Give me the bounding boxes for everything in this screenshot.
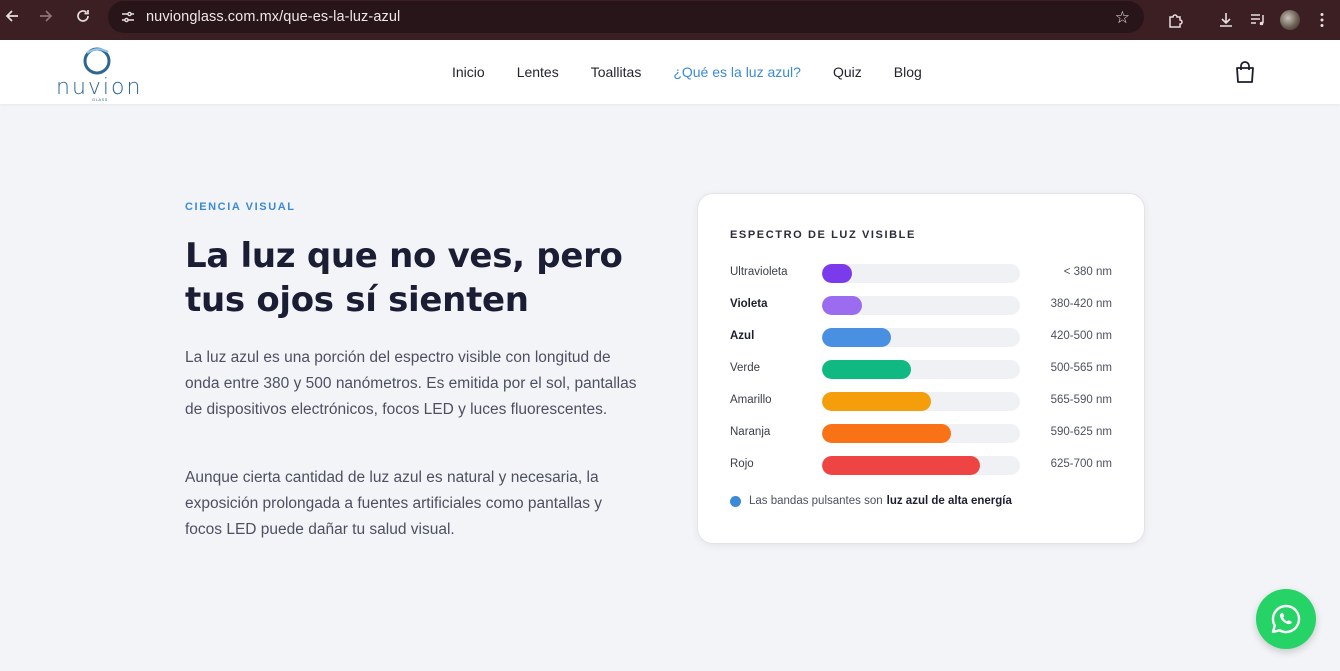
address-bar[interactable]: nuvionglass.com.mx/que-es-la-luz-azul ☆ [108, 1, 1144, 33]
band-track [822, 328, 1020, 347]
media-control-button[interactable] [1242, 6, 1274, 34]
arrow-left-icon [5, 10, 18, 22]
band-track [822, 456, 1020, 475]
band-range: 590-625 nm [1050, 426, 1112, 438]
cart-button[interactable] [1234, 60, 1256, 84]
band-name: Azul [730, 330, 755, 342]
band-range: < 380 nm [1063, 266, 1112, 278]
logo-mark-icon [83, 47, 111, 75]
spectrum-legend: Las bandas pulsantes son luz azul de alt… [730, 495, 1012, 507]
band-range: 500-565 nm [1050, 362, 1112, 374]
band-track [822, 424, 1020, 443]
spectrum-title: ESPECTRO DE LUZ VISIBLE [730, 229, 916, 241]
kebab-menu-icon [1320, 13, 1324, 27]
reload-button[interactable] [71, 4, 95, 28]
band-range: 565-590 nm [1050, 394, 1112, 406]
forward-button[interactable] [34, 4, 58, 28]
nav-luz-azul[interactable]: ¿Qué es la luz azul? [673, 64, 801, 80]
band-row: Ultravioleta < 380 nm [730, 263, 1112, 283]
band-name: Naranja [730, 426, 771, 438]
download-button[interactable] [1210, 6, 1242, 34]
nav-inicio[interactable]: Inicio [452, 64, 485, 80]
spectrum-card: ESPECTRO DE LUZ VISIBLE Ultravioleta < 38… [697, 193, 1145, 544]
band-fill [822, 264, 852, 283]
band-track [822, 392, 1020, 411]
band-fill [822, 360, 911, 379]
band-track [822, 360, 1020, 379]
band-track [822, 296, 1020, 315]
page-title: La luz que no ves, pero tus ojos sí sien… [185, 236, 623, 320]
band-range: 420-500 nm [1050, 330, 1112, 342]
nav-toallitas[interactable]: Toallitas [591, 64, 642, 80]
band-row: Verde 500-565 nm [730, 359, 1112, 379]
browser-toolbar: nuvionglass.com.mx/que-es-la-luz-azul ☆ [0, 0, 1340, 40]
band-row: Naranja 590-625 nm [730, 423, 1112, 443]
band-row: Violeta 380-420 nm [730, 295, 1112, 315]
url-text[interactable]: nuvionglass.com.mx/que-es-la-luz-azul [146, 9, 400, 25]
nav-quiz[interactable]: Quiz [833, 64, 862, 80]
band-fill [822, 456, 980, 475]
arrow-right-icon [40, 10, 53, 22]
puzzle-icon [1169, 14, 1183, 28]
band-name: Ultravioleta [730, 266, 788, 278]
band-name: Verde [730, 362, 761, 374]
logo-subtext: GLASS [92, 97, 108, 102]
band-range: 625-700 nm [1050, 458, 1112, 470]
shopping-bag-icon [1236, 61, 1254, 83]
band-fill [822, 296, 862, 315]
whatsapp-button[interactable] [1256, 589, 1316, 649]
tune-icon[interactable] [120, 9, 136, 25]
download-icon [1220, 13, 1232, 27]
band-fill [822, 328, 891, 347]
band-name: Amarillo [730, 394, 772, 406]
nav-blog[interactable]: Blog [894, 64, 922, 80]
back-button[interactable] [0, 4, 24, 28]
star-icon[interactable]: ☆ [1115, 8, 1130, 28]
band-row: Azul 420-500 nm [730, 327, 1112, 347]
legend-prefix: Las bandas pulsantes son [749, 495, 883, 507]
media-control-icon [1251, 14, 1264, 26]
band-range: 380-420 nm [1050, 298, 1112, 310]
band-fill [822, 392, 931, 411]
band-track [822, 264, 1020, 283]
section-eyebrow: CIENCIA VISUAL [185, 201, 296, 213]
reload-icon [77, 10, 89, 22]
legend-dot [730, 495, 741, 507]
site-header: nuvion GLASS Inicio Lentes Toallitas ¿Qu… [0, 40, 1340, 104]
avatar [1280, 10, 1300, 30]
band-row: Amarillo 565-590 nm [730, 391, 1112, 411]
nav-lentes[interactable]: Lentes [517, 64, 559, 80]
menu-button[interactable] [1306, 6, 1338, 34]
whatsapp-icon [1271, 604, 1301, 634]
legend-emphasis: luz azul de alta energía [886, 495, 1012, 507]
profile-button[interactable] [1274, 6, 1306, 34]
extensions-button[interactable] [1160, 6, 1192, 34]
band-fill [822, 424, 951, 443]
main-nav: Inicio Lentes Toallitas ¿Qué es la luz a… [436, 40, 938, 104]
intro-paragraph: La luz azul es una porción del espectro … [185, 349, 637, 418]
band-name: Violeta [730, 298, 768, 310]
detail-paragraph: Aunque cierta cantidad de luz azul es na… [185, 469, 603, 538]
logo[interactable]: nuvion GLASS [56, 44, 142, 102]
band-name: Rojo [730, 458, 754, 470]
band-row: Rojo 625-700 nm [730, 455, 1112, 475]
